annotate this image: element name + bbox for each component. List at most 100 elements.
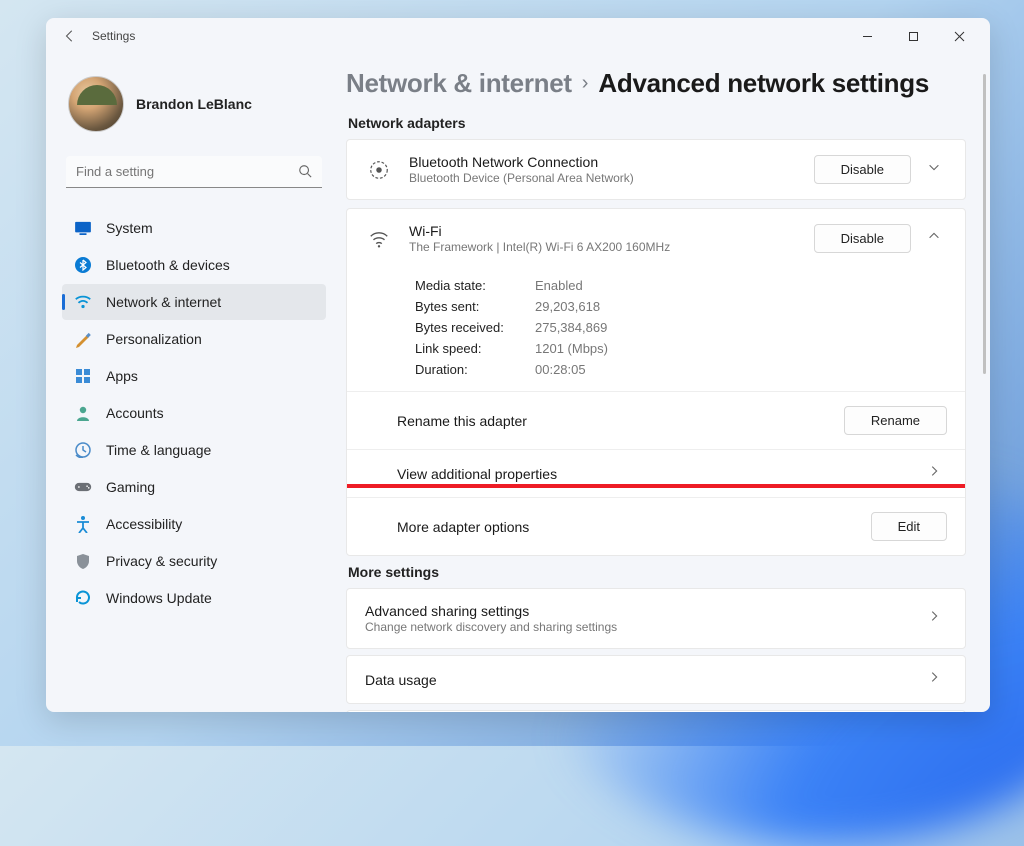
sidebar-item-label: Time & language (106, 442, 211, 458)
sidebar-item-label: Personalization (106, 331, 202, 347)
profile-name: Brandon LeBlanc (136, 96, 252, 112)
adapter-card-bluetooth: Bluetooth Network Connection Bluetooth D… (346, 139, 966, 200)
minimize-button[interactable] (844, 20, 890, 52)
system-icon (74, 219, 92, 237)
sidebar-item-label: Privacy & security (106, 553, 217, 569)
content-area: Network & internet › Advanced network se… (334, 54, 990, 712)
sidebar-item-label: Bluetooth & devices (106, 257, 230, 273)
sidebar-item-label: Apps (106, 368, 138, 384)
apps-icon (74, 367, 92, 385)
bluetooth-adapter-icon (365, 156, 393, 184)
shield-icon (74, 552, 92, 570)
close-button[interactable] (936, 20, 982, 52)
detail-value: Enabled (535, 278, 947, 293)
more-settings-item[interactable]: Data usage (346, 655, 966, 704)
sidebar-item-gaming[interactable]: Gaming (62, 469, 326, 505)
disable-button[interactable]: Disable (814, 224, 911, 253)
wifi-adapter-icon (365, 225, 393, 253)
chevron-up-icon[interactable] (927, 229, 947, 248)
more-settings-title: Data usage (365, 672, 915, 688)
nav-list: System Bluetooth & devices Network & inter… (62, 210, 326, 616)
sidebar-item-accessibility[interactable]: Accessibility (62, 506, 326, 542)
section-network-adapters: Network adapters (348, 115, 966, 131)
sidebar-item-label: Windows Update (106, 590, 212, 606)
chevron-right-icon (927, 609, 947, 628)
sidebar-item-wifi[interactable]: Network & internet (62, 284, 326, 320)
sidebar: Brandon LeBlanc System Bluetooth & device… (46, 54, 334, 712)
adapter-title: Bluetooth Network Connection (409, 154, 798, 170)
breadcrumb-current: Advanced network settings (598, 68, 929, 99)
chevron-right-icon: › (582, 72, 589, 95)
bluetooth-icon (74, 256, 92, 274)
rename-button[interactable]: Rename (844, 406, 947, 435)
edit-button[interactable]: Edit (871, 512, 947, 541)
close-icon (954, 31, 965, 42)
more-options-label: More adapter options (397, 519, 859, 535)
sidebar-item-clock[interactable]: Time & language (62, 432, 326, 468)
adapter-card-wifi: Wi-Fi The Framework | Intel(R) Wi-Fi 6 A… (346, 208, 966, 556)
arrow-left-icon (63, 29, 77, 43)
sidebar-item-label: Accessibility (106, 516, 182, 532)
app-title: Settings (92, 29, 135, 43)
sidebar-item-label: Accounts (106, 405, 164, 421)
sidebar-item-apps[interactable]: Apps (62, 358, 326, 394)
profile[interactable]: Brandon LeBlanc (62, 66, 326, 152)
disable-button[interactable]: Disable (814, 155, 911, 184)
detail-label: Link speed: (415, 341, 535, 356)
scrollbar[interactable] (983, 74, 986, 374)
sidebar-item-shield[interactable]: Privacy & security (62, 543, 326, 579)
titlebar: Settings (46, 18, 990, 54)
detail-label: Duration: (415, 362, 535, 377)
detail-label: Bytes received: (415, 320, 535, 335)
adapter-subtitle: Bluetooth Device (Personal Area Network) (409, 171, 798, 185)
avatar (68, 76, 124, 132)
more-settings-title: Advanced sharing settings (365, 603, 915, 619)
clock-icon (74, 441, 92, 459)
more-settings-item[interactable]: Hardware and connection properties (346, 710, 966, 712)
paint-icon (74, 330, 92, 348)
search-input[interactable] (66, 156, 322, 188)
sidebar-item-label: Gaming (106, 479, 155, 495)
adapter-title: Wi-Fi (409, 223, 798, 239)
adapter-row-bluetooth[interactable]: Bluetooth Network Connection Bluetooth D… (347, 140, 965, 199)
breadcrumb-parent[interactable]: Network & internet (346, 68, 572, 99)
sidebar-item-account[interactable]: Accounts (62, 395, 326, 431)
sidebar-item-label: Network & internet (106, 294, 221, 310)
breadcrumb: Network & internet › Advanced network se… (346, 68, 966, 99)
detail-label: Media state: (415, 278, 535, 293)
more-settings-item[interactable]: Advanced sharing settings Change network… (346, 588, 966, 649)
sidebar-item-bluetooth[interactable]: Bluetooth & devices (62, 247, 326, 283)
sidebar-item-label: System (106, 220, 153, 236)
detail-value: 275,384,869 (535, 320, 947, 335)
search-icon (298, 164, 312, 183)
section-more-settings: More settings (348, 564, 966, 580)
more-adapter-options-row: More adapter options Edit (347, 497, 965, 555)
detail-value: 00:28:05 (535, 362, 947, 377)
sidebar-item-update[interactable]: Windows Update (62, 580, 326, 616)
view-properties-label: View additional properties (397, 466, 915, 482)
chevron-right-icon (927, 464, 947, 483)
view-properties-row[interactable]: View additional properties (347, 449, 965, 497)
detail-label: Bytes sent: (415, 299, 535, 314)
chevron-right-icon (927, 670, 947, 689)
minimize-icon (862, 31, 873, 42)
wifi-icon (74, 293, 92, 311)
gaming-icon (74, 478, 92, 496)
rename-label: Rename this adapter (397, 413, 832, 429)
adapter-subtitle: The Framework | Intel(R) Wi-Fi 6 AX200 1… (409, 240, 798, 254)
wifi-details: Media state:EnabledBytes sent:29,203,618… (347, 268, 965, 391)
accessibility-icon (74, 515, 92, 533)
account-icon (74, 404, 92, 422)
back-button[interactable] (54, 20, 86, 52)
sidebar-item-paint[interactable]: Personalization (62, 321, 326, 357)
settings-window: Settings Brandon LeBlanc System Bluetooth… (46, 18, 990, 712)
sidebar-item-system[interactable]: System (62, 210, 326, 246)
adapter-row-wifi[interactable]: Wi-Fi The Framework | Intel(R) Wi-Fi 6 A… (347, 209, 965, 268)
maximize-icon (908, 31, 919, 42)
search-box[interactable] (66, 156, 322, 188)
more-settings-subtitle: Change network discovery and sharing set… (365, 620, 915, 634)
maximize-button[interactable] (890, 20, 936, 52)
detail-value: 29,203,618 (535, 299, 947, 314)
chevron-down-icon[interactable] (927, 160, 947, 179)
update-icon (74, 589, 92, 607)
